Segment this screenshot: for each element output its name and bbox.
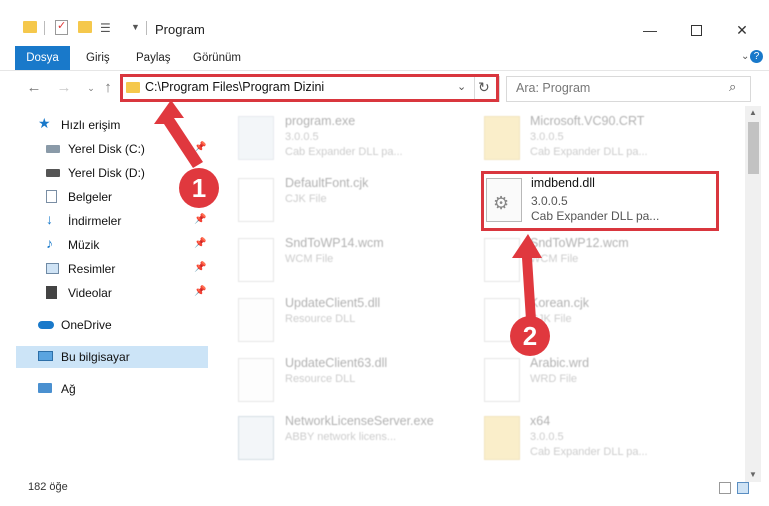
arrow-1 — [154, 100, 203, 168]
arrow-2 — [512, 234, 542, 320]
annotation-badge-2: 2 — [510, 316, 550, 356]
annotation-badge-1: 1 — [179, 168, 219, 208]
annotation-arrows — [154, 100, 542, 320]
